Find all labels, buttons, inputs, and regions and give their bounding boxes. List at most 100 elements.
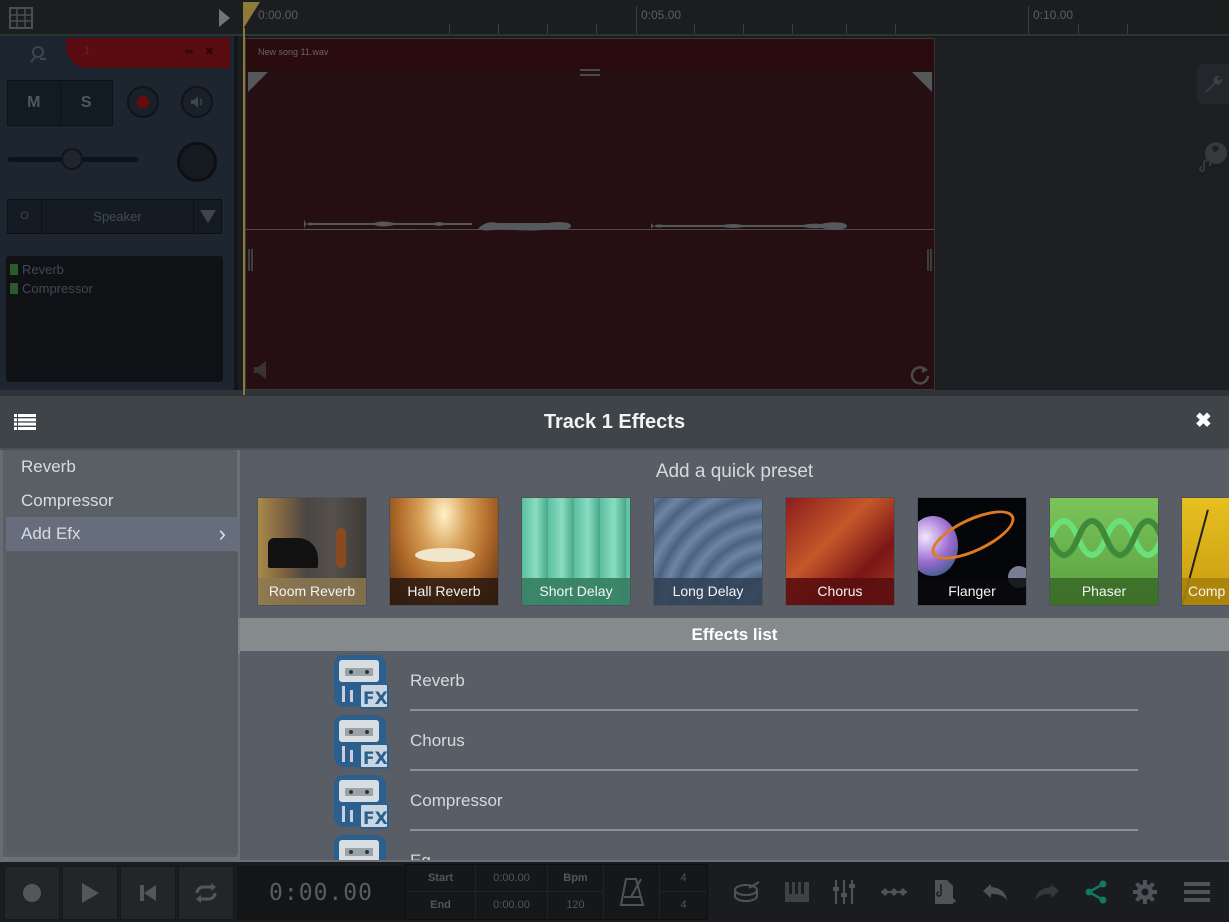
mute-solo-group: M S: [7, 80, 113, 126]
tick: [498, 24, 499, 34]
wrench-button[interactable]: [1197, 64, 1229, 104]
fx-app-icon: FX: [334, 775, 389, 829]
fade-in-handle[interactable]: [248, 72, 268, 92]
empty-track-area[interactable]: [937, 38, 1229, 390]
track-effect-item[interactable]: Compressor: [10, 279, 219, 298]
track-effect-item[interactable]: Reverb: [10, 260, 219, 279]
play-marker-icon[interactable]: [219, 9, 230, 27]
pan-knob[interactable]: [177, 142, 217, 182]
input-monitor-icon[interactable]: [28, 44, 48, 64]
effects-sidebar: Reverb Compressor Add Efx ›: [0, 450, 240, 860]
tick-label: 0:00.00: [258, 8, 299, 22]
play-button[interactable]: [62, 866, 118, 920]
preset-carousel[interactable]: Room Reverb Hall Reverb Short Delay Long…: [257, 497, 1229, 607]
effect-list-item-eq[interactable]: Eq: [240, 831, 1229, 860]
tick: [694, 24, 695, 34]
volume-button[interactable]: [181, 86, 213, 118]
preset-flanger[interactable]: Flanger: [917, 497, 1027, 606]
mixer-button[interactable]: [829, 878, 859, 906]
redo-icon: [1035, 884, 1059, 900]
metronome-button[interactable]: [604, 865, 660, 919]
preset-label: Room Reverb: [258, 578, 366, 605]
track-name-bar[interactable]: 1 ⇹ ✖: [66, 38, 230, 68]
preset-long-delay[interactable]: Long Delay: [653, 497, 763, 606]
bpm-value[interactable]: 120: [548, 892, 604, 919]
preset-label: Phaser: [1050, 578, 1158, 605]
clip-volume-icon[interactable]: [252, 359, 270, 381]
clip-right-trim-handle[interactable]: [927, 249, 932, 271]
preset-label: Chorus: [786, 578, 894, 605]
preset-chorus[interactable]: Chorus: [785, 497, 895, 606]
preset-label: Short Delay: [522, 578, 630, 605]
preset-phaser[interactable]: Phaser: [1049, 497, 1159, 606]
dropdown-arrow-icon[interactable]: [193, 200, 221, 233]
waveform: [304, 219, 847, 231]
play-icon: [81, 883, 99, 903]
clip-loop-icon[interactable]: [908, 362, 932, 386]
solo-button[interactable]: S: [61, 81, 113, 125]
song-file-button[interactable]: [930, 878, 960, 906]
drum-button[interactable]: [732, 878, 762, 906]
fade-out-handle[interactable]: [912, 72, 932, 92]
tick-label: 0:05.00: [641, 8, 682, 22]
preset-room-reverb[interactable]: Room Reverb: [257, 497, 367, 606]
share-button[interactable]: [1081, 878, 1111, 906]
loop-button[interactable]: [178, 866, 234, 920]
timeline-ruler[interactable]: 0:00.00 0:05.00 0:10.00: [0, 0, 1229, 36]
start-value[interactable]: 0:00.00: [476, 865, 548, 892]
output-selector[interactable]: O Speaker: [7, 199, 222, 234]
output-prefix: O: [8, 200, 42, 233]
tick: [636, 6, 637, 34]
time-display: 0:00.00: [237, 866, 405, 920]
track-effect-label: Compressor: [22, 281, 93, 296]
effect-enabled-indicator: [10, 264, 18, 275]
preset-label: Long Delay: [654, 578, 762, 605]
sidebar-item-add-efx[interactable]: Add Efx ›: [6, 517, 240, 551]
automation-button[interactable]: [879, 878, 909, 906]
effect-list-label: Reverb: [410, 671, 465, 690]
menu-button[interactable]: [1182, 878, 1212, 906]
music-globe-button[interactable]: [1197, 136, 1229, 176]
tick-label: 0:10.00: [1033, 8, 1074, 22]
track-options-icons[interactable]: ⇹ ✖: [185, 45, 219, 58]
volume-slider-knob[interactable]: [61, 148, 83, 170]
time-signature-top[interactable]: 4: [660, 865, 707, 892]
transport-bar: 0:00.00 Start 0:00.00 Bpm End 0:00.00 12…: [0, 860, 1229, 922]
quick-preset-title: Add a quick preset: [655, 461, 814, 482]
track-effects-box[interactable]: Reverb Compressor: [6, 256, 223, 382]
rewind-button[interactable]: [120, 866, 176, 920]
audio-clip[interactable]: New song 11.wav: [245, 38, 935, 390]
time-signature-bottom[interactable]: 4: [660, 892, 707, 919]
effect-list-item-compressor[interactable]: FX Compressor: [240, 771, 1229, 831]
preset-label: Comp: [1182, 578, 1229, 605]
preset-comp[interactable]: Comp: [1181, 497, 1229, 606]
effect-list-item-reverb[interactable]: FX Reverb: [240, 651, 1229, 711]
redo-button[interactable]: [1032, 878, 1062, 906]
clip-left-trim-handle[interactable]: [248, 249, 253, 271]
loop-icon: [195, 883, 217, 903]
preset-short-delay[interactable]: Short Delay: [521, 497, 631, 606]
clip-drag-handle[interactable]: [580, 69, 600, 76]
end-value[interactable]: 0:00.00: [476, 892, 548, 919]
effect-list-item-chorus[interactable]: FX Chorus: [240, 711, 1229, 771]
tick: [1078, 24, 1079, 34]
preset-hall-reverb[interactable]: Hall Reverb: [389, 497, 499, 606]
record-button[interactable]: [4, 866, 60, 920]
tick: [449, 24, 450, 34]
mixer-icon: [833, 880, 855, 904]
grid-icon[interactable]: [9, 7, 33, 29]
settings-button[interactable]: [1130, 878, 1160, 906]
fx-app-icon: FX: [334, 655, 389, 709]
tick: [1127, 24, 1128, 34]
svg-text:FX: FX: [363, 809, 388, 829]
piano-button[interactable]: [782, 878, 812, 906]
track-number: 1: [84, 45, 91, 57]
record-arm-button[interactable]: [127, 86, 159, 118]
mute-button[interactable]: M: [8, 81, 61, 125]
undo-button[interactable]: [980, 878, 1010, 906]
sidebar-item-reverb[interactable]: Reverb: [6, 450, 240, 484]
sidebar-item-compressor[interactable]: Compressor: [6, 484, 240, 518]
hamburger-menu-icon: [1184, 882, 1210, 902]
transport-info-grid: Start 0:00.00 Bpm End 0:00.00 120 4 4: [405, 864, 708, 920]
close-icon[interactable]: ✖: [1195, 411, 1212, 431]
